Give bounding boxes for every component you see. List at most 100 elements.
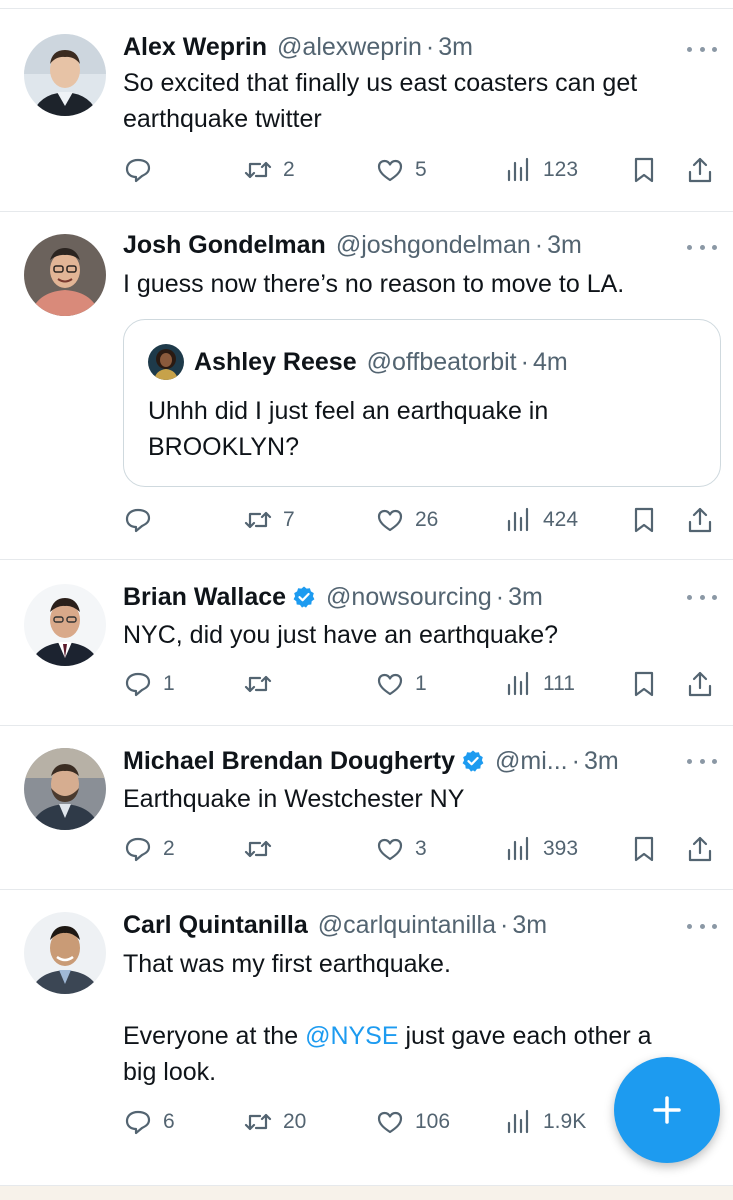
tweet-header: Carl Quintanilla @carlquintanilla · 3m [123, 908, 673, 942]
reply-button[interactable]: 6 [123, 1105, 175, 1139]
action-bar: 1 1 111 [123, 667, 723, 701]
tweet-text: Earthquake in Westchester NY [123, 781, 715, 817]
tweet-text-line: I guess now there’s no reason to move to… [123, 270, 625, 298]
view-count: 123 [543, 158, 579, 181]
views-icon [507, 671, 529, 696]
bookmark-button[interactable] [629, 503, 659, 537]
author-name[interactable]: Carl Quintanilla [123, 911, 308, 940]
action-bar: 7 26 424 [123, 503, 723, 537]
quoted-timestamp: 4m [532, 347, 568, 376]
timestamp[interactable]: 3m [512, 911, 547, 940]
avatar[interactable] [24, 912, 106, 994]
retweet-button[interactable]: 2 [243, 153, 295, 187]
reply-button[interactable] [123, 503, 163, 537]
avatar[interactable] [24, 748, 106, 830]
reply-count: 6 [163, 1110, 175, 1133]
tweet-header: Alex Weprin @alexweprin · 3m [123, 30, 673, 64]
tweet-text-line: Earthquake in Westchester NY [123, 785, 465, 813]
share-button[interactable] [685, 153, 715, 187]
timeline-bottom-edge [0, 1185, 733, 1200]
like-icon [377, 159, 403, 182]
author-handle[interactable]: @carlquintanilla [318, 911, 496, 940]
action-bar: 2 5 123 [123, 153, 723, 187]
tweet-header: Brian Wallace @nowsourcing · 3m [123, 580, 673, 614]
like-icon [377, 509, 403, 532]
timestamp[interactable]: 3m [584, 747, 619, 776]
avatar[interactable] [24, 584, 106, 666]
more-icon[interactable] [687, 591, 717, 603]
share-button[interactable] [685, 832, 715, 866]
author-name[interactable]: Josh Gondelman [123, 231, 326, 260]
author-name[interactable]: Brian Wallace [123, 583, 286, 612]
retweet-count: 2 [283, 158, 295, 181]
retweet-count: 20 [283, 1110, 307, 1133]
author-handle[interactable]: @joshgondelman [336, 231, 531, 260]
author-handle[interactable]: @alexweprin [277, 33, 422, 62]
bookmark-icon [634, 157, 654, 183]
like-count: 26 [415, 508, 439, 531]
timestamp[interactable]: 3m [438, 33, 473, 62]
views-button[interactable]: 424 [503, 503, 578, 537]
avatar[interactable] [24, 34, 106, 116]
author-name[interactable]: Michael Brendan Dougherty [123, 747, 455, 776]
retweet-button[interactable]: 20 [243, 1105, 306, 1139]
timestamp[interactable]: 3m [547, 231, 582, 260]
avatar[interactable] [24, 234, 106, 316]
tweet-text-line: earthquake twitter [123, 105, 322, 133]
timestamp[interactable]: 3m [508, 583, 543, 612]
separator-dot: · [571, 746, 580, 775]
like-button[interactable]: 106 [375, 1105, 450, 1139]
tweet[interactable]: Alex Weprin @alexweprin · 3m So excited … [0, 10, 733, 212]
reply-button[interactable] [123, 153, 163, 187]
more-icon[interactable] [687, 920, 717, 932]
bookmark-button[interactable] [629, 153, 659, 187]
action-bar: 2 3 393 [123, 832, 723, 866]
tweet-text-segment: just gave each other a [405, 1022, 652, 1050]
quoted-tweet[interactable]: Ashley Reese @offbeatorbit · 4m Uhhh did… [123, 319, 721, 487]
like-button[interactable]: 1 [375, 667, 427, 701]
reply-count: 1 [163, 672, 175, 695]
views-icon [507, 836, 529, 861]
bookmark-icon [634, 507, 654, 533]
views-button[interactable]: 123 [503, 153, 578, 187]
like-count: 106 [415, 1110, 451, 1133]
separator-dot: · [534, 230, 544, 259]
more-icon[interactable] [687, 43, 717, 55]
compose-button[interactable] [614, 1057, 720, 1163]
retweet-button[interactable] [243, 832, 283, 866]
more-icon[interactable] [687, 241, 717, 253]
views-button[interactable]: 1.9K [503, 1105, 586, 1139]
share-button[interactable] [685, 503, 715, 537]
bookmark-button[interactable] [629, 667, 659, 701]
tweet-header: Josh Gondelman @joshgondelman · 3m [123, 228, 673, 262]
tweet-text: I guess now there’s no reason to move to… [123, 266, 715, 302]
tweet[interactable]: Josh Gondelman @joshgondelman · 3m I gue… [0, 212, 733, 560]
tweet-text-line: NYC, did you just have an earthquake? [123, 621, 558, 649]
like-button[interactable]: 3 [375, 832, 427, 866]
like-icon [377, 1111, 403, 1134]
avatar [148, 344, 184, 380]
author-handle[interactable]: @nowsourcing [326, 583, 492, 612]
views-button[interactable]: 393 [503, 832, 578, 866]
share-icon [688, 836, 712, 862]
author-handle[interactable]: @mi... [495, 747, 568, 776]
reply-icon [125, 672, 151, 697]
author-name[interactable]: Alex Weprin [123, 33, 267, 62]
separator-dot: · [495, 582, 505, 611]
tweet[interactable]: Michael Brendan Dougherty @mi... · 3m Ea… [0, 726, 733, 890]
like-button[interactable]: 5 [375, 153, 427, 187]
retweet-button[interactable] [243, 667, 283, 701]
mention-link[interactable]: @NYSE [305, 1022, 398, 1050]
reply-icon [125, 1110, 151, 1135]
reply-button[interactable]: 1 [123, 667, 175, 701]
tweet-text-line: That was my first earthquake. [123, 950, 451, 978]
tweet[interactable]: Brian Wallace @nowsourcing · 3m NYC, did… [0, 560, 733, 726]
like-button[interactable]: 26 [375, 503, 438, 537]
like-icon [377, 673, 403, 696]
views-button[interactable]: 111 [503, 667, 575, 701]
bookmark-button[interactable] [629, 832, 659, 866]
more-icon[interactable] [687, 755, 717, 767]
share-button[interactable] [685, 667, 715, 701]
reply-button[interactable]: 2 [123, 832, 175, 866]
retweet-button[interactable]: 7 [243, 503, 295, 537]
